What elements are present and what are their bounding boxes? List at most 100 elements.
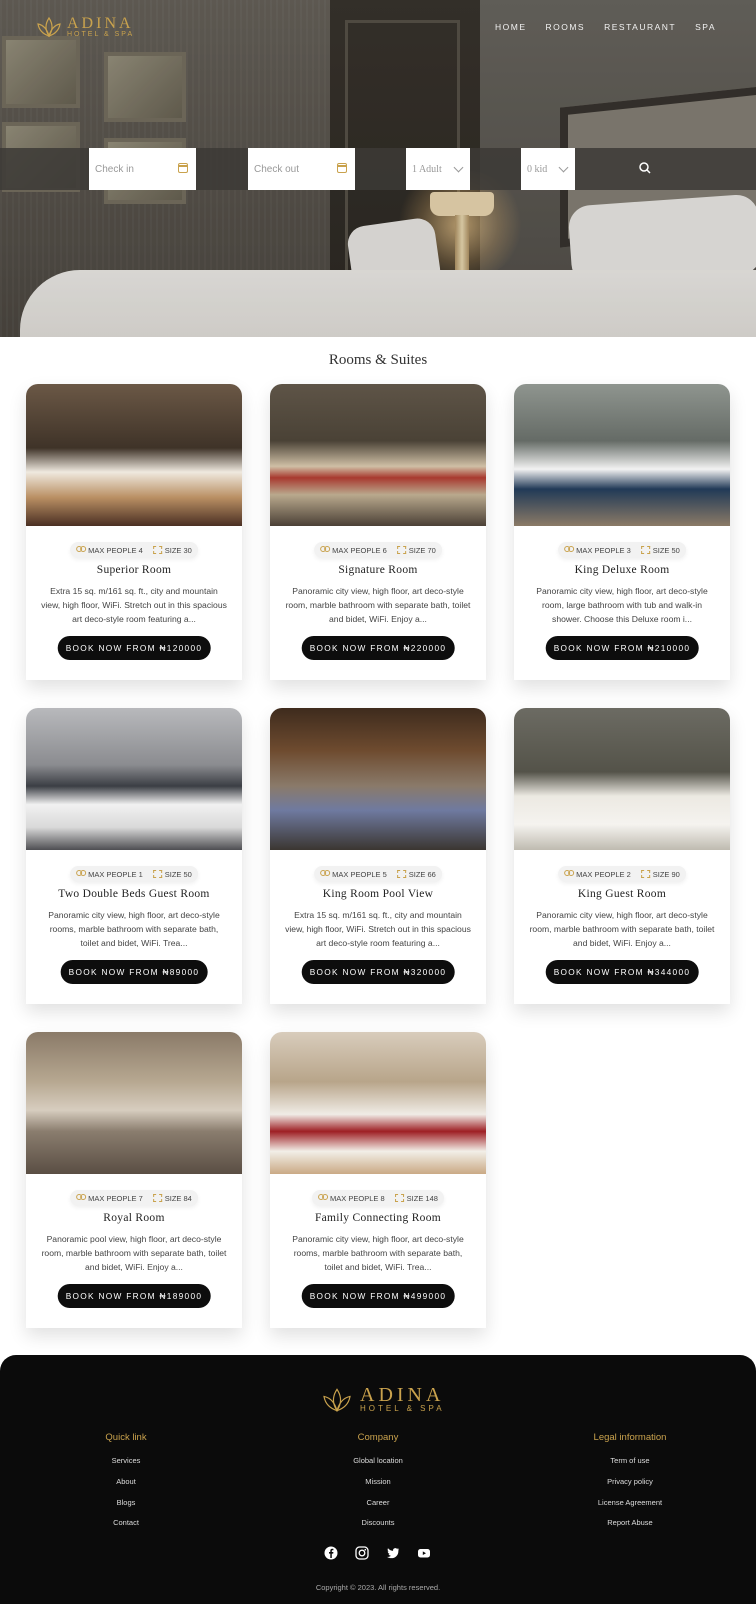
room-photo[interactable]: [514, 708, 730, 850]
book-now-button[interactable]: BOOK NOW FROM ₦89000: [60, 960, 208, 984]
room-title[interactable]: Signature Room: [270, 564, 486, 576]
footer-link-privacy[interactable]: Privacy policy: [550, 1472, 710, 1493]
room-capacity-badge: MAX PEOPLE 8 SIZE 148: [312, 1190, 444, 1206]
room-size: SIZE 148: [394, 1194, 438, 1203]
room-photo[interactable]: [26, 1032, 242, 1174]
room-description: Panoramic city view, high floor, art dec…: [285, 586, 471, 624]
checkin-placeholder: Check in: [95, 163, 134, 175]
book-now-button[interactable]: BOOK NOW FROM ₦189000: [57, 1284, 211, 1308]
max-people: MAX PEOPLE 4: [76, 546, 143, 555]
brand-logo[interactable]: ADINA HOTEL & SPA: [35, 14, 134, 38]
room-title[interactable]: King Room Pool View: [270, 888, 486, 900]
kids-select[interactable]: 0 kid: [521, 148, 575, 190]
size-label: SIZE 90: [652, 869, 680, 879]
room-size: SIZE 30: [152, 545, 192, 555]
checkout-field[interactable]: Check out: [248, 148, 355, 190]
youtube-icon[interactable]: [417, 1546, 431, 1560]
max-people: MAX PEOPLE 5: [320, 870, 387, 879]
footer-link-license[interactable]: License Agreement: [550, 1493, 710, 1514]
twitter-icon[interactable]: [386, 1546, 400, 1560]
max-people-label: MAX PEOPLE 5: [332, 869, 387, 879]
room-photo[interactable]: [26, 384, 242, 526]
footer-link-report-abuse[interactable]: Report Abuse: [550, 1513, 710, 1534]
room-card[interactable]: MAX PEOPLE 1 SIZE 50 Two Double Beds Gue…: [26, 708, 242, 1004]
max-people-label: MAX PEOPLE 1: [88, 869, 143, 879]
footer-quick-links: Quick link Services About Blogs Contact: [46, 1432, 206, 1534]
room-card[interactable]: MAX PEOPLE 6 SIZE 70 Signature Room Pano…: [270, 384, 486, 680]
calendar-icon: [178, 163, 188, 173]
room-photo[interactable]: [26, 708, 242, 850]
book-now-button[interactable]: BOOK NOW FROM ₦344000: [545, 960, 699, 984]
room-card[interactable]: MAX PEOPLE 7 SIZE 84 Royal Room Panorami…: [26, 1032, 242, 1328]
expand-icon: [152, 546, 162, 554]
nav-home[interactable]: HOME: [495, 22, 527, 32]
room-title[interactable]: King Guest Room: [514, 888, 730, 900]
footer-link-about[interactable]: About: [46, 1472, 206, 1493]
book-now-button[interactable]: BOOK NOW FROM ₦320000: [301, 960, 455, 984]
room-title[interactable]: Royal Room: [26, 1212, 242, 1224]
room-photo[interactable]: [270, 384, 486, 526]
footer-logo[interactable]: ADINA HOTEL & SPA: [320, 1385, 445, 1413]
room-title[interactable]: King Deluxe Room: [514, 564, 730, 576]
adults-value: 1 Adult: [412, 163, 442, 175]
footer-link-contact[interactable]: Contact: [46, 1513, 206, 1534]
checkin-field[interactable]: Check in: [89, 148, 196, 190]
footer-link-blogs[interactable]: Blogs: [46, 1493, 206, 1514]
social-links: [324, 1546, 431, 1560]
room-capacity-badge: MAX PEOPLE 3 SIZE 50: [558, 542, 686, 558]
adults-select[interactable]: 1 Adult: [406, 148, 470, 190]
room-capacity-badge: MAX PEOPLE 4 SIZE 30: [70, 542, 198, 558]
company-heading: Company: [357, 1432, 399, 1443]
section-title: Rooms & Suites: [328, 352, 428, 368]
lotus-icon: [323, 1387, 351, 1412]
size-label: SIZE 50: [652, 545, 680, 555]
max-people-label: MAX PEOPLE 2: [576, 869, 631, 879]
search-icon[interactable]: [637, 160, 653, 176]
footer-brand-tagline: HOTEL & SPA: [360, 1404, 445, 1413]
footer-link-discounts[interactable]: Discounts: [298, 1513, 458, 1534]
nav-rooms[interactable]: ROOMS: [545, 22, 585, 32]
room-photo[interactable]: [270, 708, 486, 850]
room-card[interactable]: MAX PEOPLE 8 SIZE 148 Family Connecting …: [270, 1032, 486, 1328]
room-capacity-badge: MAX PEOPLE 6 SIZE 70: [314, 542, 442, 558]
expand-icon: [396, 546, 406, 554]
room-title[interactable]: Two Double Beds Guest Room: [26, 888, 242, 900]
people-icon: [564, 546, 575, 554]
footer-link-global-location[interactable]: Global location: [298, 1451, 458, 1472]
footer-link-career[interactable]: Career: [298, 1493, 458, 1514]
instagram-icon[interactable]: [355, 1546, 369, 1560]
room-title[interactable]: Superior Room: [26, 564, 242, 576]
book-now-button[interactable]: BOOK NOW FROM ₦120000: [57, 636, 211, 660]
expand-icon: [640, 870, 650, 878]
book-now-button[interactable]: BOOK NOW FROM ₦210000: [545, 636, 699, 660]
facebook-icon[interactable]: [324, 1546, 338, 1560]
expand-icon: [152, 1194, 162, 1202]
room-photo[interactable]: [270, 1032, 486, 1174]
room-card[interactable]: MAX PEOPLE 2 SIZE 90 King Guest Room Pan…: [514, 708, 730, 1004]
footer-link-terms[interactable]: Term of use: [550, 1451, 710, 1472]
chevron-down-icon: [558, 162, 569, 173]
checkout-placeholder: Check out: [254, 163, 300, 175]
expand-icon: [640, 546, 650, 554]
room-capacity-badge: MAX PEOPLE 2 SIZE 90: [558, 866, 686, 882]
room-card[interactable]: MAX PEOPLE 3 SIZE 50 King Deluxe Room Pa…: [514, 384, 730, 680]
footer-link-services[interactable]: Services: [46, 1451, 206, 1472]
nav-restaurant[interactable]: RESTAURANT: [604, 22, 676, 32]
people-icon: [318, 1194, 329, 1202]
book-now-button[interactable]: BOOK NOW FROM ₦499000: [301, 1284, 455, 1308]
people-icon: [320, 546, 331, 554]
room-photo[interactable]: [514, 384, 730, 526]
book-now-button[interactable]: BOOK NOW FROM ₦220000: [301, 636, 455, 660]
people-icon: [564, 870, 575, 878]
room-capacity-badge: MAX PEOPLE 7 SIZE 84: [70, 1190, 198, 1206]
room-card[interactable]: MAX PEOPLE 4 SIZE 30 Superior Room Extra…: [26, 384, 242, 680]
copyright: Copyright © 2023. All rights reserved.: [315, 1583, 441, 1592]
room-card[interactable]: MAX PEOPLE 5 SIZE 66 King Room Pool View…: [270, 708, 486, 1004]
size-label: SIZE 30: [164, 545, 192, 555]
footer-link-mission[interactable]: Mission: [298, 1472, 458, 1493]
room-title[interactable]: Family Connecting Room: [270, 1212, 486, 1224]
room-description: Panoramic city view, high floor, art dec…: [536, 586, 708, 624]
people-icon: [76, 1194, 87, 1202]
nav-spa[interactable]: SPA: [695, 22, 716, 32]
brand-name: ADINA: [67, 14, 134, 32]
